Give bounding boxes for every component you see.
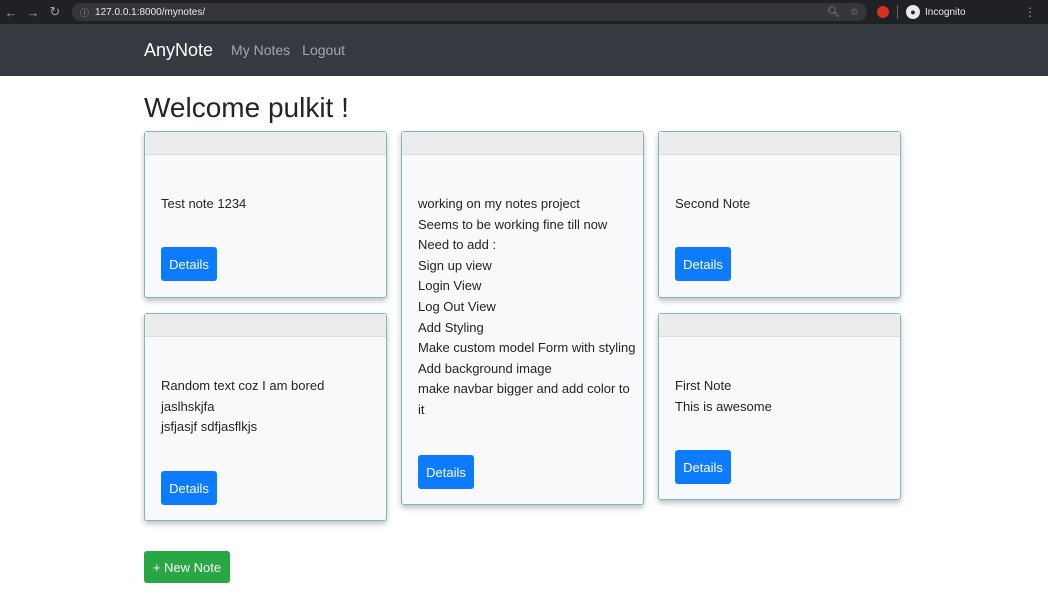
- note-card: working on my notes project Seems to be …: [401, 131, 644, 505]
- incognito-indicator[interactable]: ● Incognito: [906, 5, 966, 19]
- browser-toolbar: ← → ↻ ⓘ 127.0.0.1:8000/mynotes/ 🔍︎ ☆ ● I…: [0, 0, 1048, 24]
- note-card: First Note This is awesome Details: [658, 313, 901, 500]
- browser-menu-icon[interactable]: ⋮: [1024, 5, 1036, 19]
- details-button[interactable]: Details: [675, 247, 731, 281]
- new-note-button[interactable]: + New Note: [144, 551, 230, 583]
- note-text: Second Note: [675, 196, 751, 211]
- address-url[interactable]: 127.0.0.1:8000/mynotes/: [95, 7, 205, 18]
- details-button[interactable]: Details: [161, 471, 217, 505]
- toolbar-divider: [897, 5, 898, 19]
- nav-link-my-notes[interactable]: My Notes: [231, 42, 290, 58]
- details-button[interactable]: Details: [675, 450, 731, 484]
- app-navbar: AnyNote My Notes Logout: [0, 24, 1048, 76]
- brand-logo[interactable]: AnyNote: [144, 40, 213, 61]
- site-info-icon[interactable]: ⓘ: [80, 6, 89, 19]
- incognito-label: Incognito: [925, 6, 966, 18]
- back-icon[interactable]: ←: [0, 5, 22, 20]
- details-button[interactable]: Details: [161, 247, 217, 281]
- note-card: Second Note Details: [658, 131, 901, 298]
- reload-icon[interactable]: ↻: [44, 4, 66, 20]
- details-button[interactable]: Details: [418, 455, 474, 489]
- nav-link-logout[interactable]: Logout: [302, 42, 345, 58]
- extension-icon[interactable]: [877, 6, 889, 18]
- bookmark-star-icon[interactable]: ☆: [850, 7, 859, 18]
- note-text: First Note This is awesome: [675, 378, 772, 414]
- incognito-icon: ●: [906, 5, 920, 19]
- note-card: Test note 1234 Details: [144, 131, 387, 298]
- note-text: Test note 1234: [161, 196, 247, 211]
- page-title: Welcome pulkit !: [144, 92, 349, 123]
- card-header: [659, 132, 900, 155]
- card-header: [145, 314, 386, 337]
- note-card: Random text coz I am bored jaslhskjfa js…: [144, 313, 387, 521]
- note-text: working on my notes project Seems to be …: [418, 196, 636, 417]
- address-bar[interactable]: ⓘ 127.0.0.1:8000/mynotes/ 🔍︎ ☆: [72, 3, 867, 21]
- forward-icon[interactable]: →: [22, 5, 44, 20]
- note-text: Random text coz I am bored jaslhskjfa js…: [161, 378, 325, 435]
- card-header: [145, 132, 386, 155]
- card-header: [659, 314, 900, 337]
- card-header: [402, 132, 643, 155]
- zoom-icon[interactable]: 🔍︎: [827, 7, 840, 18]
